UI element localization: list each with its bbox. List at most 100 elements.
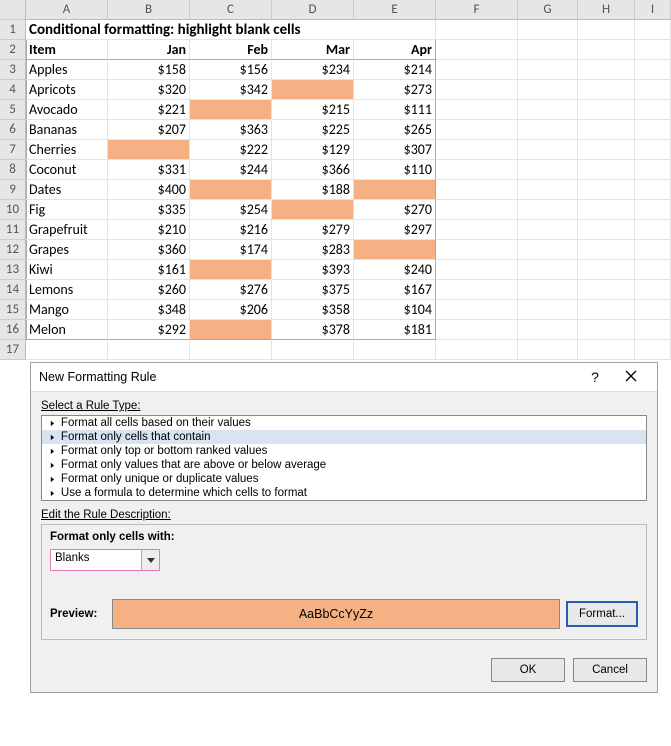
cell[interactable] [635, 20, 671, 40]
cell[interactable] [635, 40, 671, 60]
data-cell[interactable]: $335 [108, 200, 190, 220]
row-header[interactable]: 10 [0, 200, 26, 220]
cell[interactable] [436, 140, 518, 160]
item-name[interactable]: Cherries [26, 140, 108, 160]
ok-button[interactable]: OK [491, 658, 565, 682]
cell[interactable] [518, 80, 578, 100]
data-cell[interactable] [354, 180, 436, 200]
cell[interactable] [578, 180, 635, 200]
data-cell[interactable]: $110 [354, 160, 436, 180]
cell[interactable] [578, 280, 635, 300]
cell[interactable] [635, 160, 671, 180]
cell[interactable] [108, 340, 190, 360]
data-cell[interactable]: $320 [108, 80, 190, 100]
rule-type-item[interactable]: Use a formula to determine which cells t… [42, 486, 646, 500]
data-cell[interactable] [190, 260, 272, 280]
table-header[interactable]: Mar [272, 40, 354, 60]
cell[interactable] [635, 300, 671, 320]
rule-type-item[interactable]: Format only unique or duplicate values [42, 472, 646, 486]
cell[interactable] [518, 300, 578, 320]
item-name[interactable]: Grapefruit [26, 220, 108, 240]
data-cell[interactable] [272, 200, 354, 220]
cell[interactable] [436, 300, 518, 320]
data-cell[interactable]: $363 [190, 120, 272, 140]
data-cell[interactable]: $331 [108, 160, 190, 180]
col-header[interactable]: I [635, 0, 671, 20]
cell[interactable] [578, 140, 635, 160]
data-cell[interactable]: $307 [354, 140, 436, 160]
cell[interactable] [436, 260, 518, 280]
spreadsheet-grid[interactable]: ABCDEFGHI1Conditional formatting: highli… [0, 0, 671, 360]
data-cell[interactable]: $158 [108, 60, 190, 80]
data-cell[interactable]: $161 [108, 260, 190, 280]
item-name[interactable]: Dates [26, 180, 108, 200]
col-header[interactable]: B [108, 0, 190, 20]
table-header[interactable]: Item [26, 40, 108, 60]
data-cell[interactable]: $360 [108, 240, 190, 260]
data-cell[interactable] [190, 180, 272, 200]
data-cell[interactable]: $342 [190, 80, 272, 100]
data-cell[interactable]: $279 [272, 220, 354, 240]
item-name[interactable]: Coconut [26, 160, 108, 180]
data-cell[interactable] [190, 320, 272, 340]
cell[interactable] [518, 60, 578, 80]
data-cell[interactable]: $366 [272, 160, 354, 180]
data-cell[interactable]: $234 [272, 60, 354, 80]
cell[interactable] [578, 160, 635, 180]
row-header[interactable]: 7 [0, 140, 26, 160]
data-cell[interactable]: $129 [272, 140, 354, 160]
data-cell[interactable]: $210 [108, 220, 190, 240]
cell[interactable] [578, 260, 635, 280]
data-cell[interactable]: $273 [354, 80, 436, 100]
cell[interactable] [635, 240, 671, 260]
data-cell[interactable]: $188 [272, 180, 354, 200]
cell[interactable] [518, 320, 578, 340]
row-header[interactable]: 13 [0, 260, 26, 280]
item-name[interactable]: Avocado [26, 100, 108, 120]
data-cell[interactable]: $283 [272, 240, 354, 260]
rule-type-item[interactable]: Format only cells that contain [42, 430, 646, 444]
data-cell[interactable]: $375 [272, 280, 354, 300]
data-cell[interactable]: $104 [354, 300, 436, 320]
item-name[interactable]: Mango [26, 300, 108, 320]
cell[interactable] [635, 340, 671, 360]
cell[interactable] [578, 120, 635, 140]
row-header[interactable]: 8 [0, 160, 26, 180]
data-cell[interactable]: $348 [108, 300, 190, 320]
item-name[interactable]: Kiwi [26, 260, 108, 280]
cell[interactable] [578, 200, 635, 220]
cell[interactable] [578, 80, 635, 100]
cell[interactable] [518, 20, 578, 40]
cell[interactable] [635, 140, 671, 160]
cell[interactable] [635, 80, 671, 100]
col-header[interactable]: G [518, 0, 578, 20]
cell[interactable] [436, 120, 518, 140]
cell[interactable] [578, 100, 635, 120]
row-header[interactable]: 4 [0, 80, 26, 100]
row-header[interactable]: 6 [0, 120, 26, 140]
cell[interactable] [518, 40, 578, 60]
cell[interactable] [518, 100, 578, 120]
data-cell[interactable]: $358 [272, 300, 354, 320]
help-button[interactable]: ? [577, 369, 613, 385]
table-header[interactable]: Feb [190, 40, 272, 60]
cell[interactable] [436, 240, 518, 260]
col-header[interactable]: H [578, 0, 635, 20]
cell[interactable] [518, 180, 578, 200]
item-name[interactable]: Lemons [26, 280, 108, 300]
row-header[interactable]: 5 [0, 100, 26, 120]
col-header[interactable]: F [436, 0, 518, 20]
cell[interactable] [635, 320, 671, 340]
cell[interactable] [436, 220, 518, 240]
cell[interactable] [635, 280, 671, 300]
cell[interactable] [518, 260, 578, 280]
cell[interactable] [190, 340, 272, 360]
data-cell[interactable] [272, 80, 354, 100]
cell[interactable] [436, 340, 518, 360]
data-cell[interactable]: $225 [272, 120, 354, 140]
data-cell[interactable]: $297 [354, 220, 436, 240]
data-cell[interactable]: $292 [108, 320, 190, 340]
data-cell[interactable]: $244 [190, 160, 272, 180]
cell[interactable] [354, 340, 436, 360]
data-cell[interactable]: $207 [108, 120, 190, 140]
